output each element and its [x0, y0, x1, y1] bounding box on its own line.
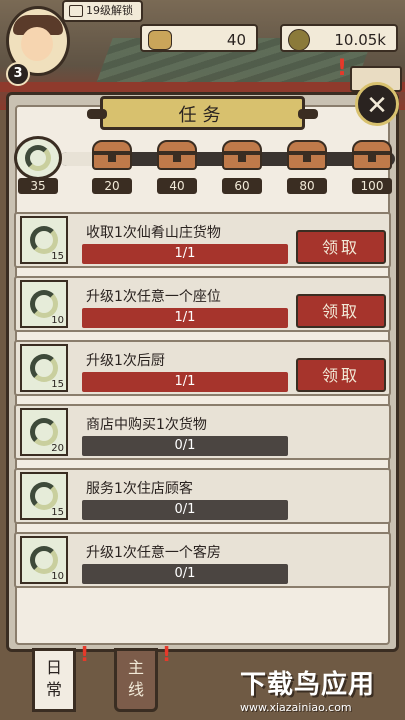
- milestone-label: 20: [92, 178, 132, 194]
- quest-row: 15 升级1次后厨 1/1 领取: [14, 340, 391, 396]
- quest-reward-amount: 10: [51, 315, 64, 326]
- alert-icon: !: [337, 56, 348, 81]
- site-watermark: 下载鸟应用 www.xiazainiao.com: [240, 664, 402, 716]
- unlock-hint[interactable]: 19级解锁: [62, 0, 143, 22]
- swirl-icon: [30, 482, 58, 510]
- activity-points-value: 35: [18, 178, 58, 194]
- quest-progress-bar: 1/1: [82, 244, 288, 264]
- quest-row: 10 升级1次任意一个座位 1/1 领取: [14, 276, 391, 332]
- reward-chest-40[interactable]: [157, 140, 197, 170]
- quest-row: 10 升级1次任意一个客房 0/1: [14, 532, 391, 588]
- milestone-label: 60: [222, 178, 262, 194]
- quest-reward-icon: 20: [20, 408, 68, 456]
- quest-row: 15 收取1次仙肴山庄货物 1/1 领取: [14, 212, 391, 268]
- quest-progress-bar: 1/1: [82, 372, 288, 392]
- chest-lock-icon: [303, 154, 311, 162]
- gold-ingot-icon: [148, 30, 172, 50]
- quest-reward-icon: 15: [20, 344, 68, 392]
- quest-reward-icon: 15: [20, 472, 68, 520]
- chest-lock-icon: [238, 154, 246, 162]
- reward-chest-100[interactable]: [352, 140, 392, 170]
- coin-counter[interactable]: 10.05k: [280, 24, 398, 52]
- gold-counter[interactable]: 40: [140, 24, 258, 52]
- tab-daily-label-bottom: 常: [45, 680, 62, 699]
- panel-title: 任务: [87, 96, 318, 130]
- chest-lock-icon: [173, 154, 181, 162]
- activity-points-icon: [14, 136, 62, 180]
- quest-title: 商店中购买1次货物: [86, 417, 207, 433]
- quest-title: 升级1次任意一个座位: [86, 289, 221, 305]
- avatar-face: [21, 27, 53, 61]
- player-level-badge: 3: [6, 62, 30, 86]
- swirl-icon: [30, 226, 58, 254]
- quest-reward-amount: 15: [51, 251, 64, 262]
- tab-main[interactable]: 主 线: [114, 648, 158, 712]
- red-beam: [0, 82, 405, 92]
- watermark-title: 下载鸟应用: [240, 670, 376, 700]
- quest-progress-bar: 0/1: [82, 564, 288, 584]
- quest-progress-bar: 0/1: [82, 500, 288, 520]
- watermark-url: www.xiazainiao.com: [240, 701, 352, 714]
- quest-reward-amount: 10: [51, 571, 64, 582]
- quest-reward-amount: 15: [51, 507, 64, 518]
- tab-daily-label-top: 日: [45, 658, 62, 677]
- gold-amount: 40: [226, 31, 246, 49]
- swirl-icon: [30, 290, 58, 318]
- milestone-label: 80: [287, 178, 327, 194]
- lock-icon: [69, 5, 83, 17]
- swirl-icon: [30, 546, 58, 574]
- swirl-icon: [30, 354, 58, 382]
- reward-chest-20[interactable]: [92, 140, 132, 170]
- claim-button[interactable]: 领取: [296, 230, 386, 264]
- quest-reward-icon: 10: [20, 536, 68, 584]
- quest-progress-bar: 1/1: [82, 308, 288, 328]
- tab-main-label-top: 主: [127, 658, 144, 677]
- quest-title: 收取1次仙肴山庄货物: [86, 225, 221, 241]
- quest-reward-amount: 15: [51, 379, 64, 390]
- close-button[interactable]: ✕: [355, 82, 399, 126]
- tab-main-label-bottom: 线: [127, 680, 144, 699]
- quest-reward-icon: 10: [20, 280, 68, 328]
- quest-progress-bar: 0/1: [82, 436, 288, 456]
- copper-coin-icon: [288, 29, 310, 51]
- tab-daily[interactable]: 日 常: [32, 648, 76, 712]
- reward-chest-80[interactable]: [287, 140, 327, 170]
- milestone-label: 40: [157, 178, 197, 194]
- quest-row: 15 服务1次住店顾客 0/1: [14, 468, 391, 524]
- chest-lock-icon: [108, 154, 116, 162]
- unlock-hint-text: 19级解锁: [86, 4, 133, 17]
- quest-title: 服务1次住店顾客: [86, 481, 193, 497]
- chest-lock-icon: [368, 154, 376, 162]
- quest-title: 升级1次任意一个客房: [86, 545, 221, 561]
- claim-button[interactable]: 领取: [296, 358, 386, 392]
- tab-daily-alert-icon: !: [80, 642, 90, 666]
- tab-main-alert-icon: !: [162, 642, 172, 666]
- coin-amount: 10.05k: [334, 31, 386, 49]
- claim-button[interactable]: 领取: [296, 294, 386, 328]
- milestone-label: 100: [352, 178, 392, 194]
- quest-title: 升级1次后厨: [86, 353, 165, 369]
- swirl-icon: [30, 418, 58, 446]
- quest-reward-amount: 20: [51, 443, 64, 454]
- reward-chest-60[interactable]: [222, 140, 262, 170]
- swirl-icon: [25, 145, 51, 171]
- quest-row: 20 商店中购买1次货物 0/1: [14, 404, 391, 460]
- quest-reward-icon: 15: [20, 216, 68, 264]
